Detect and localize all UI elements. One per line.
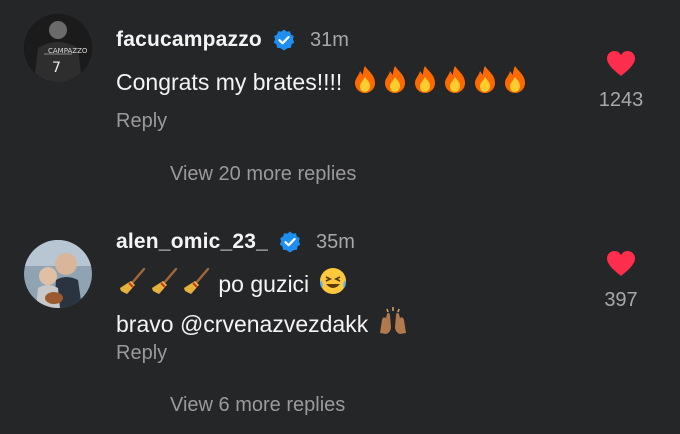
fire-icon [441,64,469,104]
timestamp: 31m [309,28,349,51]
verified-badge-icon [273,29,295,51]
view-more-replies-button[interactable]: View 20 more replies [170,163,356,186]
mention-link[interactable]: @crvenazvezdakk [180,311,368,337]
comment-header: facucampazzo 31m [116,26,349,54]
laughing-tears-icon [318,266,348,306]
svg-text:CAMPAZZO: CAMPAZZO [48,47,88,55]
timestamp: 35m [316,230,355,253]
comment-item: alen_omic_23_ 35m po guzici bravo @crven… [0,226,680,434]
like-count: 1243 [598,89,644,111]
comment-text-segment: po guzici [218,271,310,298]
username[interactable]: facucampazzo [116,28,262,52]
verified-badge-icon [279,231,301,253]
avatar[interactable] [24,240,92,308]
fire-icon [411,64,439,104]
raising-hands-icon [377,306,409,346]
fire-icon [351,64,379,104]
username[interactable]: alen_omic_23_ [116,230,268,254]
like-count: 397 [604,289,638,311]
heart-icon[interactable] [606,250,636,277]
broom-icon [118,266,148,306]
fire-icon [381,64,409,104]
comment-text: Congrats my brates!!!! [116,64,529,104]
comment-item: CAMPAZZO 7 facucampazzo 31m Congrats my … [0,0,680,210]
comment-header: alen_omic_23_ 35m [116,228,355,256]
comment-text-segment: bravo [116,311,174,338]
broom-icon [182,266,212,306]
fire-icon [471,64,499,104]
like-area: 397 [586,250,656,312]
comment-text: po guzici bravo @crvenazvezdakk [116,266,409,346]
view-more-replies-button[interactable]: View 6 more replies [170,394,345,417]
fire-icon [501,64,529,104]
reply-button[interactable]: Reply [116,110,167,133]
like-area: 1243 [586,50,656,112]
comment-text-line: po guzici [116,266,409,306]
comment-text-line: bravo @crvenazvezdakk [116,306,409,346]
reply-button[interactable]: Reply [116,342,167,365]
comment-text-line: Congrats my brates!!!! [116,69,343,96]
svg-text:7: 7 [52,60,61,76]
broom-icon [150,266,180,306]
heart-icon[interactable] [606,50,636,77]
avatar[interactable]: CAMPAZZO 7 [24,14,92,82]
